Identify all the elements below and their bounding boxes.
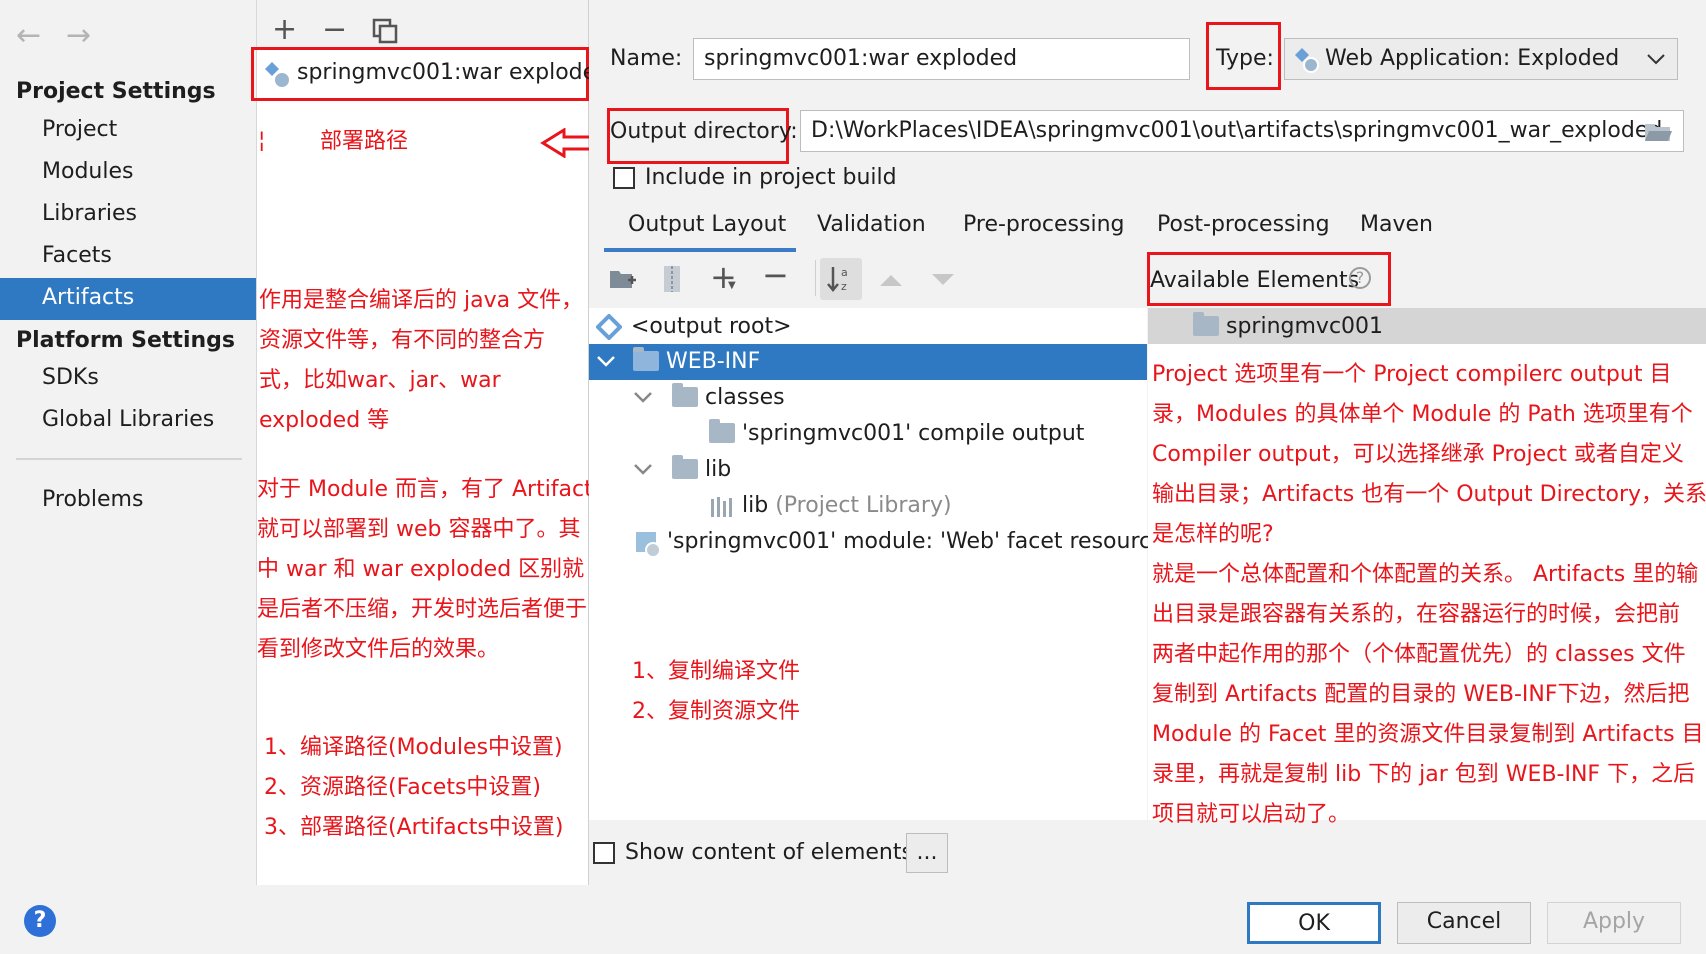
web-artifact-type-icon bbox=[1295, 48, 1319, 73]
nav-item-sdks[interactable]: SDKs bbox=[42, 365, 99, 390]
module-folder-icon bbox=[1193, 312, 1219, 336]
available-elements-title: Available Elements bbox=[1150, 268, 1360, 293]
svg-text:a: a bbox=[841, 266, 848, 279]
show-content-checkbox[interactable] bbox=[593, 842, 615, 864]
chevron-down-icon[interactable] bbox=[1646, 52, 1666, 66]
nav-item-artifacts[interactable]: Artifacts bbox=[42, 285, 134, 310]
nav-item-libraries[interactable]: Libraries bbox=[42, 201, 137, 226]
type-select[interactable]: Web Application: Exploded bbox=[1284, 38, 1678, 80]
create-directory-icon[interactable] bbox=[608, 266, 638, 294]
nav-item-modules[interactable]: Modules bbox=[42, 159, 133, 184]
annotation-artifact-desc: 作用是整合编译后的 java 文件， 资源文件等，有不同的整合方 式，比如war… bbox=[259, 288, 584, 433]
show-content-options-button[interactable]: ... bbox=[906, 833, 948, 873]
annotation-paths: 1、编译路径(Modules中设置) 2、资源路径(Facets中设置) 3、部… bbox=[264, 735, 564, 840]
nav-divider bbox=[16, 458, 242, 460]
add-element-dropdown-icon[interactable]: ▼ bbox=[728, 280, 736, 291]
include-build-checkbox[interactable] bbox=[613, 167, 635, 189]
available-item-springmvc001[interactable]: springmvc001 bbox=[1193, 312, 1383, 339]
module-output-icon bbox=[709, 419, 735, 443]
nav-item-problems[interactable]: Problems bbox=[42, 487, 143, 512]
tree-item-classes[interactable]: classes bbox=[672, 383, 785, 410]
project-settings-heading: Project Settings bbox=[16, 79, 216, 104]
folder-browse-icon[interactable] bbox=[1643, 120, 1673, 144]
tab-pre-processing[interactable]: Pre-processing bbox=[963, 212, 1124, 237]
copy-artifact-icon[interactable] bbox=[372, 18, 398, 44]
folder-icon bbox=[672, 383, 698, 407]
library-icon bbox=[711, 497, 732, 517]
tab-output-layout[interactable]: Output Layout bbox=[628, 212, 786, 237]
active-tab-indicator bbox=[604, 248, 796, 252]
apply-button[interactable]: Apply bbox=[1547, 902, 1681, 944]
tree-item-lib[interactable]: lib bbox=[672, 455, 731, 482]
output-directory-field[interactable]: D:\WorkPlaces\IDEA\springmvc001\out\arti… bbox=[800, 110, 1684, 152]
tree-item-output-root[interactable]: <output root> bbox=[631, 314, 792, 339]
show-content-label: Show content of elements bbox=[625, 840, 913, 865]
create-archive-icon[interactable] bbox=[660, 264, 684, 294]
cancel-button[interactable]: Cancel bbox=[1397, 902, 1531, 944]
nav-item-global-libraries[interactable]: Global Libraries bbox=[42, 407, 214, 432]
tab-post-processing[interactable]: Post-processing bbox=[1157, 212, 1330, 237]
tree-item-facet-resources[interactable]: 'springmvc001' module: 'Web' facet resou… bbox=[667, 529, 1176, 554]
remove-artifact-icon[interactable]: − bbox=[322, 12, 347, 47]
chevron-down-icon[interactable] bbox=[633, 390, 653, 404]
platform-settings-heading: Platform Settings bbox=[16, 328, 235, 353]
tab-validation[interactable]: Validation bbox=[817, 212, 926, 237]
add-artifact-icon[interactable]: + bbox=[272, 12, 297, 47]
ok-button[interactable]: OK bbox=[1247, 902, 1381, 944]
folder-icon bbox=[672, 455, 698, 479]
output-directory-label: Output directory: bbox=[610, 119, 798, 144]
name-field[interactable]: springmvc001:war exploded bbox=[693, 38, 1190, 80]
artifact-list-toolbar bbox=[257, 0, 588, 48]
tree-item-project-library[interactable]: lib (Project Library) bbox=[742, 493, 952, 518]
nav-item-facets[interactable]: Facets bbox=[42, 243, 112, 268]
annotation-marker: ¦ bbox=[258, 128, 266, 153]
tab-maven[interactable]: Maven bbox=[1360, 212, 1433, 237]
move-up-icon[interactable] bbox=[878, 272, 904, 288]
remove-element-icon[interactable]: − bbox=[762, 256, 789, 294]
toolbar-separator bbox=[815, 260, 816, 296]
tree-item-compile-output[interactable]: 'springmvc001' compile output bbox=[709, 419, 1084, 446]
svg-text:z: z bbox=[841, 280, 847, 293]
chevron-down-icon[interactable] bbox=[596, 354, 616, 368]
help-circle-icon[interactable]: ? bbox=[1349, 267, 1371, 289]
move-down-icon[interactable] bbox=[930, 272, 956, 288]
web-artifact-icon bbox=[265, 62, 291, 89]
include-build-label: Include in project build bbox=[645, 165, 897, 190]
forward-arrow-icon[interactable]: → bbox=[66, 18, 91, 53]
annotation-right-desc: Project 选项里有一个 Project compilerc output … bbox=[1152, 362, 1706, 827]
output-root-icon bbox=[596, 314, 622, 340]
help-icon[interactable]: ? bbox=[24, 905, 56, 937]
annotation-copy-steps: 1、复制编译文件 2、复制资源文件 bbox=[632, 659, 800, 724]
folder-icon bbox=[633, 347, 659, 371]
settings-nav bbox=[0, 0, 257, 885]
annotation-deploy-path: 部署路径 bbox=[320, 129, 409, 154]
sort-alpha-icon: a z bbox=[827, 266, 848, 293]
type-select-value: Web Application: Exploded bbox=[1325, 46, 1620, 71]
name-label: Name: bbox=[610, 46, 683, 71]
facet-resources-icon bbox=[636, 532, 661, 558]
nav-item-project[interactable]: Project bbox=[42, 117, 117, 142]
chevron-down-icon[interactable] bbox=[633, 462, 653, 476]
artifact-list-item[interactable]: springmvc001:war exploded bbox=[297, 60, 610, 85]
annotation-module-desc: 对于 Module 而言，有了 Artifact 就可以部署到 web 容器中了… bbox=[257, 477, 593, 662]
back-arrow-icon[interactable]: ← bbox=[16, 18, 41, 53]
tree-item-web-inf[interactable]: WEB-INF bbox=[633, 347, 760, 374]
type-label: Type: bbox=[1216, 46, 1274, 71]
